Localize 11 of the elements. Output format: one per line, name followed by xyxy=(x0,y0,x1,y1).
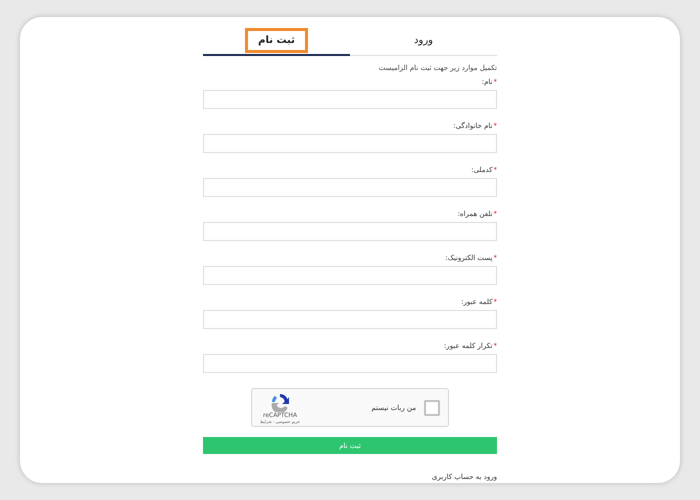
captcha-checkbox[interactable] xyxy=(424,400,440,416)
input-field[interactable] xyxy=(203,222,497,241)
tab[interactable]: ثبت نام xyxy=(203,27,350,56)
input-field[interactable] xyxy=(203,134,497,153)
input-field[interactable] xyxy=(203,90,497,109)
input-field[interactable] xyxy=(203,178,497,197)
input-field[interactable] xyxy=(203,354,497,373)
input-field[interactable] xyxy=(203,266,497,285)
tab[interactable]: ورود xyxy=(350,27,497,56)
input-field[interactable] xyxy=(203,310,497,329)
recaptcha-icon xyxy=(270,392,290,412)
